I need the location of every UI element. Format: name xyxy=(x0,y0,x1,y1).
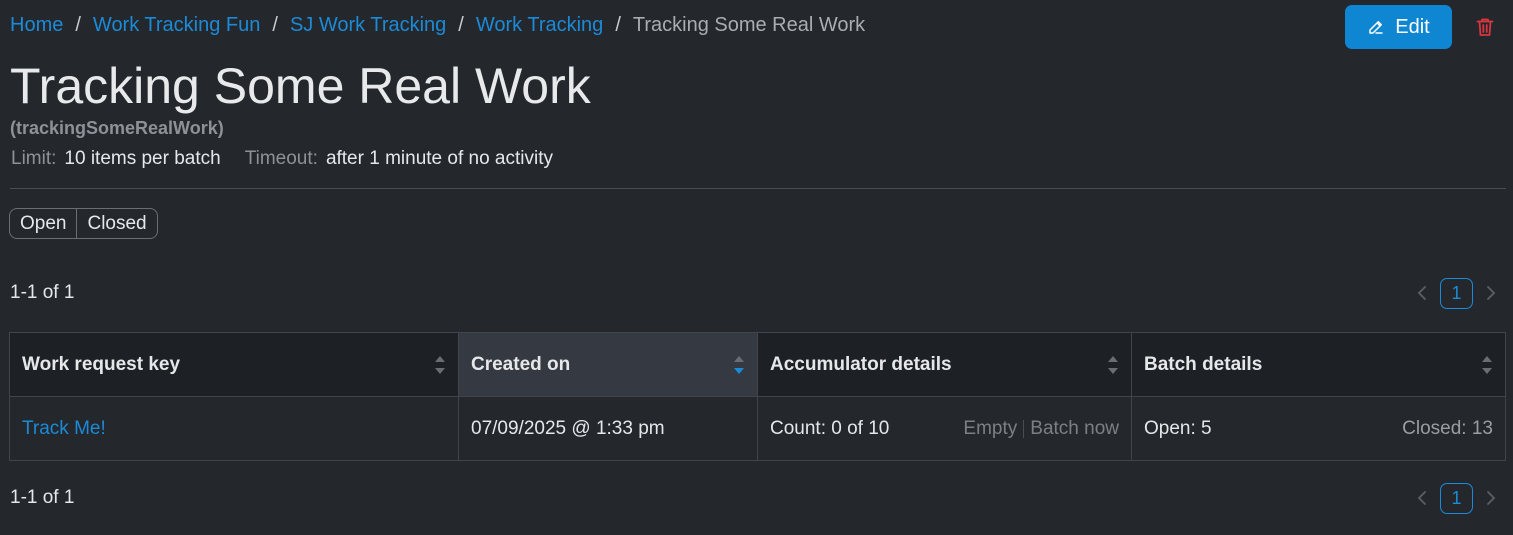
column-header-work-request-key[interactable]: Work request key xyxy=(10,333,459,396)
chevron-right-icon xyxy=(1487,286,1496,300)
column-header-label: Batch details xyxy=(1144,353,1263,375)
timeout-label: Timeout: xyxy=(244,148,318,169)
cell-accumulator-details: Count: 0 of 10 Empty Batch now xyxy=(758,397,1132,460)
next-page-button[interactable] xyxy=(1481,283,1501,303)
divider xyxy=(10,188,1506,189)
column-header-batch-details[interactable]: Batch details xyxy=(1132,333,1505,396)
sort-icon xyxy=(1108,356,1118,374)
batch-open-count: Open: 5 xyxy=(1144,417,1212,439)
chevron-right-icon xyxy=(1487,491,1496,505)
next-page-button[interactable] xyxy=(1481,488,1501,508)
delete-button[interactable] xyxy=(1474,16,1496,38)
work-request-link[interactable]: Track Me! xyxy=(22,418,106,440)
timeout-value: after 1 minute of no activity xyxy=(325,148,553,169)
column-header-label: Created on xyxy=(471,353,571,375)
column-header-created-on[interactable]: Created on xyxy=(459,333,758,396)
edit-button[interactable]: Edit xyxy=(1345,5,1452,49)
prev-page-button[interactable] xyxy=(1412,283,1432,303)
sort-icon xyxy=(1482,356,1492,374)
breadcrumb-work-tracking[interactable]: Work Tracking xyxy=(476,12,603,38)
page-title: Tracking Some Real Work xyxy=(10,58,591,114)
pagination-top: 1 xyxy=(1412,277,1501,309)
column-header-accumulator-details[interactable]: Accumulator details xyxy=(758,333,1132,396)
column-header-label: Accumulator details xyxy=(770,353,952,375)
breadcrumb-home[interactable]: Home xyxy=(10,12,63,38)
filter-open-button[interactable]: Open xyxy=(10,209,76,238)
limit-value: 10 items per batch xyxy=(64,148,221,169)
chevron-left-icon xyxy=(1417,286,1426,300)
action-separator xyxy=(1023,419,1025,438)
breadcrumb-separator: / xyxy=(272,14,278,36)
cell-work-request-key: Track Me! xyxy=(10,397,459,460)
table-header: Work request key Created on Accumulator … xyxy=(10,333,1505,397)
empty-button[interactable]: Empty xyxy=(963,418,1017,440)
breadcrumb-separator: / xyxy=(458,14,464,36)
prev-page-button[interactable] xyxy=(1412,488,1432,508)
breadcrumb-work-tracking-fun[interactable]: Work Tracking Fun xyxy=(93,12,260,38)
results-count-top: 1-1 of 1 xyxy=(10,282,75,303)
sort-descending-icon xyxy=(734,356,744,374)
edit-button-label: Edit xyxy=(1395,15,1430,38)
status-filter: Open Closed xyxy=(9,208,158,239)
breadcrumb: Home / Work Tracking Fun / SJ Work Track… xyxy=(10,12,865,38)
meta-info: Limit: 10 items per batch Timeout: after… xyxy=(11,147,553,171)
results-count-bottom: 1-1 of 1 xyxy=(10,487,75,508)
filter-closed-button[interactable]: Closed xyxy=(76,209,156,238)
breadcrumb-separator: / xyxy=(75,14,81,36)
accumulator-count: Count: 0 of 10 xyxy=(770,417,890,439)
breadcrumb-sj-work-tracking[interactable]: SJ Work Tracking xyxy=(290,12,446,38)
cell-batch-details: Open: 5 Closed: 13 xyxy=(1132,397,1505,460)
chevron-left-icon xyxy=(1417,491,1426,505)
page-number-button[interactable]: 1 xyxy=(1440,482,1473,514)
cell-created-on: 07/09/2025 @ 1:33 pm xyxy=(459,397,758,460)
batch-closed-count: Closed: 13 xyxy=(1402,417,1493,439)
trash-icon xyxy=(1476,18,1494,36)
breadcrumb-current: Tracking Some Real Work xyxy=(632,14,866,36)
page-number-button[interactable]: 1 xyxy=(1440,277,1473,309)
breadcrumb-separator: / xyxy=(615,14,621,36)
column-header-label: Work request key xyxy=(22,353,181,375)
sort-icon xyxy=(435,356,445,374)
page-key: (trackingSomeRealWork) xyxy=(10,118,224,138)
limit-label: Limit: xyxy=(11,148,57,169)
pencil-icon xyxy=(1369,21,1384,34)
table-row: Track Me! 07/09/2025 @ 1:33 pm Count: 0 … xyxy=(10,397,1505,460)
work-requests-table: Work request key Created on Accumulator … xyxy=(9,332,1506,461)
pagination-bottom: 1 xyxy=(1412,482,1501,514)
batch-now-button[interactable]: Batch now xyxy=(1030,418,1119,440)
